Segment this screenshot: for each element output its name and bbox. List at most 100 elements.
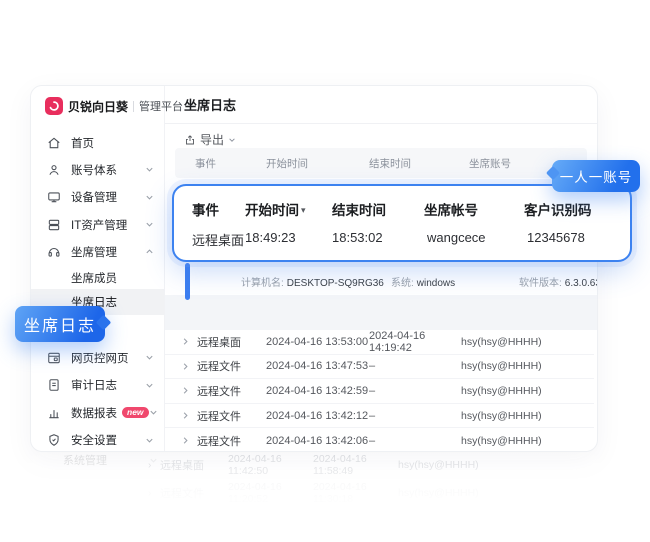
popup-column-end-time: 结束时间 bbox=[332, 199, 386, 219]
table-row[interactable]: 远程文件 2024-04-16 13:42:06 – hsy(hsy@HHHH) bbox=[165, 428, 594, 451]
new-badge: new bbox=[122, 407, 149, 419]
sidebar-item-label: 坐席管理 bbox=[71, 244, 117, 260]
expand-chevron-icon[interactable] bbox=[181, 411, 197, 420]
table-row[interactable]: 远程桌面 2024-04-16 13:53:00 2024-04-16 14:1… bbox=[165, 330, 594, 355]
chevron-up-icon bbox=[145, 247, 154, 256]
sidebar-item-it-asset[interactable]: IT资产管理 bbox=[31, 211, 164, 238]
monitor-icon bbox=[47, 190, 61, 204]
event-cell: 远程文件 bbox=[197, 383, 266, 399]
header-divider bbox=[165, 123, 597, 124]
document-icon bbox=[47, 378, 61, 392]
callout-one-person-one-account: 一人一账号 bbox=[552, 160, 640, 192]
sidebar-item-web-control[interactable]: 网页控网页 bbox=[31, 344, 164, 371]
sidebar-item-security-settings[interactable]: 安全设置 bbox=[31, 427, 164, 454]
sidebar-item-data-reports[interactable]: 数据报表 new bbox=[31, 399, 164, 426]
chevron-down-icon bbox=[145, 353, 154, 362]
start-time-cell: 2024-04-16 13:42:06 bbox=[266, 435, 369, 447]
sidebar-subitem-agent-members[interactable]: 坐席成员 bbox=[31, 264, 164, 291]
account-cell: hsy(hsy@HHHH) bbox=[461, 385, 542, 397]
end-time-cell: – bbox=[369, 435, 461, 447]
export-button[interactable]: 导出 bbox=[184, 131, 236, 148]
brand-name: 贝锐向日葵 bbox=[68, 98, 128, 115]
popup-column-event: 事件 bbox=[192, 199, 219, 219]
magnified-row-popup: 事件 开始时间▾ 结束时间 坐席帐号 客户识别码 远程桌面 18:49:23 1… bbox=[172, 184, 632, 262]
headset-icon bbox=[47, 245, 61, 259]
table-row[interactable]: 远程文件 2024-04-16 13:42:59 – hsy(hsy@HHHH) bbox=[165, 379, 594, 404]
home-icon bbox=[47, 136, 61, 150]
log-table-body: 远程桌面 2024-04-16 13:53:00 2024-04-16 14:1… bbox=[165, 330, 594, 451]
sort-caret-icon: ▾ bbox=[301, 205, 306, 215]
sidebar-item-audit-logs[interactable]: 审计日志 bbox=[31, 372, 164, 399]
sidebar-item-label: IT资产管理 bbox=[71, 217, 127, 233]
sidebar-item-label: 账号体系 bbox=[71, 162, 117, 178]
expand-chevron-icon[interactable] bbox=[181, 362, 197, 371]
sidebar-item-label: 设备管理 bbox=[71, 189, 117, 205]
expand-chevron-icon[interactable] bbox=[181, 337, 197, 346]
main-panel: 坐席日志 导出 事件 开始时间 结束时间 坐席账号 计算机名:DESKTOP-S… bbox=[165, 86, 597, 451]
expand-chevron-icon[interactable] bbox=[181, 386, 197, 395]
software-version-field: 软件版本:6.3.0.63882 bbox=[519, 274, 597, 289]
expand-chevron-icon: › bbox=[148, 460, 160, 471]
sidebar: 贝锐向日葵 管理平台 首页 账号体系 设备管理 IT资产管理 bbox=[31, 86, 165, 451]
start-time-cell: 2024-04-16 13:42:12 bbox=[266, 410, 369, 422]
brand-logo-icon bbox=[45, 97, 63, 115]
start-time-cell: 2024-04-16 13:53:00 bbox=[266, 336, 369, 348]
sidebar-item-device-management[interactable]: 设备管理 bbox=[31, 184, 164, 211]
callout-agent-log: 坐席日志 bbox=[15, 306, 105, 342]
shield-icon bbox=[47, 433, 61, 447]
ghost-table-row: › 远程文件 2024-04-16 11:20:52 2024-04-16 11… bbox=[148, 480, 479, 506]
ghost-table-row: › 远程桌面 2024-04-16 11:42:50 2024-04-16 11… bbox=[148, 452, 479, 478]
detail-section-spacer bbox=[165, 295, 597, 330]
event-cell: 远程文件 bbox=[197, 433, 266, 449]
start-time-cell: 2024-04-16 13:47:53 bbox=[266, 360, 369, 372]
expand-chevron-icon: › bbox=[148, 488, 160, 499]
event-cell: 远程文件 bbox=[197, 408, 266, 424]
chevron-down-icon bbox=[145, 165, 154, 174]
popup-column-start-time[interactable]: 开始时间▾ bbox=[245, 199, 306, 219]
brand-logo: 贝锐向日葵 管理平台 bbox=[45, 97, 183, 115]
export-icon bbox=[184, 134, 196, 146]
chevron-down-icon bbox=[149, 408, 158, 417]
chevron-down-icon bbox=[228, 136, 236, 144]
column-header-event: 事件 bbox=[195, 156, 266, 171]
sidebar-item-label: 安全设置 bbox=[71, 432, 117, 448]
end-time-cell: – bbox=[369, 360, 461, 372]
expand-chevron-icon[interactable] bbox=[181, 436, 197, 445]
logo-divider bbox=[133, 101, 134, 112]
account-cell: hsy(hsy@HHHH) bbox=[461, 336, 542, 348]
popup-end-value: 18:53:02 bbox=[332, 230, 383, 245]
popup-client-id-value: 12345678 bbox=[527, 230, 585, 245]
sidebar-item-label: 首页 bbox=[71, 135, 94, 151]
sidebar-item-home[interactable]: 首页 bbox=[31, 129, 164, 156]
chevron-down-icon bbox=[145, 381, 154, 390]
computer-name-field: 计算机名:DESKTOP-SQ9RG36 bbox=[241, 274, 384, 289]
browser-icon bbox=[47, 351, 61, 365]
sidebar-item-label: 网页控网页 bbox=[71, 350, 129, 366]
table-row[interactable]: 远程文件 2024-04-16 13:47:53 – hsy(hsy@HHHH) bbox=[165, 355, 594, 380]
end-time-cell: 2024-04-16 14:19:42 bbox=[369, 330, 461, 354]
screenshot-canvas: 贝锐向日葵 管理平台 首页 账号体系 设备管理 IT资产管理 bbox=[0, 0, 650, 542]
expanded-row-detail: 计算机名:DESKTOP-SQ9RG36 系统:windows 软件版本:6.3… bbox=[165, 266, 597, 296]
ghost-sidebar-item: 系统管理 bbox=[63, 452, 158, 468]
page-title: 坐席日志 bbox=[184, 95, 236, 114]
sidebar-item-label: 审计日志 bbox=[71, 377, 117, 393]
popup-column-agent-account: 坐席帐号 bbox=[424, 199, 478, 219]
chevron-down-icon bbox=[145, 193, 154, 202]
end-time-cell: – bbox=[369, 385, 461, 397]
chart-icon bbox=[47, 406, 61, 420]
popup-account-value: wangcece bbox=[427, 230, 486, 245]
server-icon bbox=[47, 218, 61, 232]
end-time-cell: – bbox=[369, 410, 461, 422]
event-cell: 远程桌面 bbox=[197, 334, 266, 350]
sidebar-item-agent-management[interactable]: 坐席管理 bbox=[31, 238, 164, 265]
popup-event-value: 远程桌面 bbox=[192, 230, 244, 249]
system-field: 系统:windows bbox=[391, 274, 455, 289]
account-cell: hsy(hsy@HHHH) bbox=[461, 360, 542, 372]
sidebar-item-account-system[interactable]: 账号体系 bbox=[31, 156, 164, 183]
chevron-down-icon bbox=[145, 436, 154, 445]
column-header-start-time: 开始时间 bbox=[266, 156, 369, 171]
table-row[interactable]: 远程文件 2024-04-16 13:42:12 – hsy(hsy@HHHH) bbox=[165, 404, 594, 429]
column-header-end-time: 结束时间 bbox=[369, 156, 469, 171]
column-header-agent-account: 坐席账号 bbox=[469, 156, 511, 171]
chevron-down-icon bbox=[145, 220, 154, 229]
